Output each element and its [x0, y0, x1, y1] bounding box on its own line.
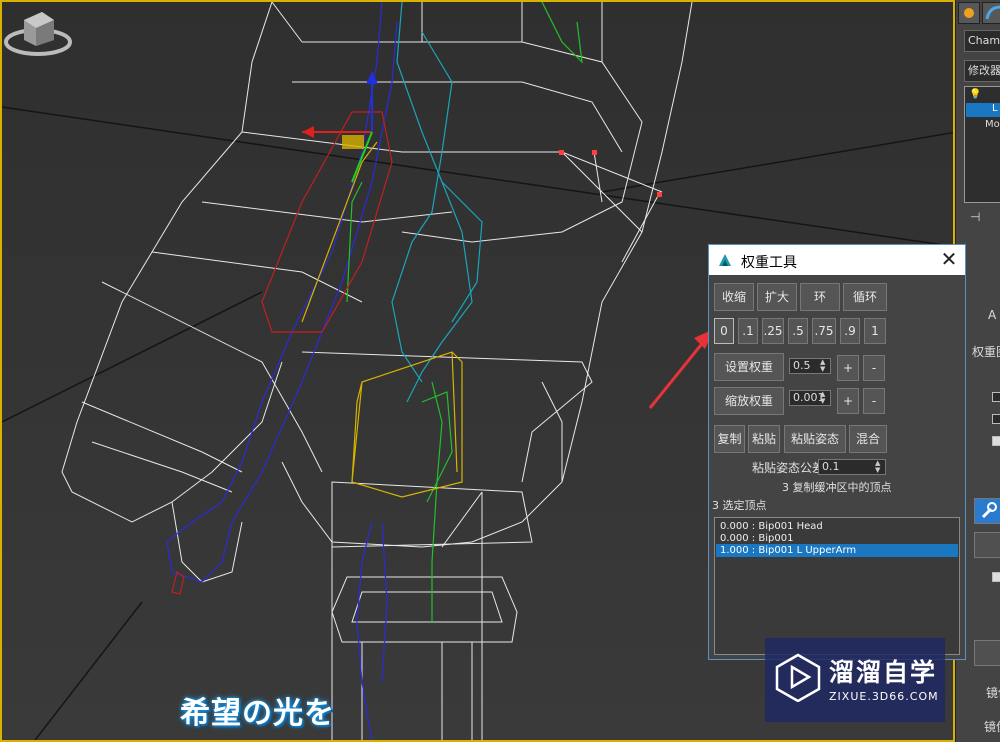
paste-pose-button[interactable]: 粘贴姿态: [784, 425, 846, 453]
blend-button[interactable]: 混合: [849, 425, 887, 453]
selected-vertex-status: 3 选定顶点: [712, 499, 767, 512]
preset-1-button[interactable]: 1: [864, 318, 886, 344]
modifier-stack-item[interactable]: Mor: [985, 119, 1000, 130]
scale-minus-button[interactable]: -: [863, 388, 885, 414]
buffer-status: 3 复制缓冲区中的顶点: [782, 481, 892, 494]
option-checkbox-checked[interactable]: [992, 436, 1000, 446]
modifier-stack-item-selected[interactable]: L: [966, 103, 1000, 117]
panel-button[interactable]: [974, 532, 1000, 558]
shrink-button[interactable]: 收缩: [714, 283, 754, 311]
preset-0-75-button[interactable]: .75: [812, 318, 836, 344]
pin-stack-icon[interactable]: ⊣: [970, 210, 980, 224]
watermark: 溜溜自学 ZIXUE.3D66.COM: [765, 638, 945, 722]
set-weight-spinner[interactable]: 0.5 ▲ ▼: [789, 358, 831, 374]
3dsmax-logo-icon: [719, 254, 731, 266]
loop-button[interactable]: 循环: [843, 283, 887, 311]
spinner-arrows-icon[interactable]: ▲ ▼: [875, 460, 884, 474]
create-tab-icon[interactable]: [958, 2, 980, 24]
watermark-brand: 溜溜自学: [829, 658, 938, 687]
watermark-url: ZIXUE.3D66.COM: [829, 690, 939, 703]
weight-list-item-selected[interactable]: 1.000 : Bip001 L UpperArm: [716, 544, 958, 557]
option-checkbox[interactable]: [992, 414, 1000, 424]
preset-0-9-button[interactable]: .9: [840, 318, 860, 344]
play-logo-icon: [775, 653, 821, 702]
spinner-arrows-icon[interactable]: ▲ ▼: [820, 359, 829, 373]
preset-0-button[interactable]: 0: [714, 318, 734, 344]
set-weight-button[interactable]: 设置权重: [714, 353, 784, 381]
view-cube-icon[interactable]: [2, 2, 74, 62]
scale-plus-button[interactable]: +: [837, 388, 859, 414]
paste-tolerance-spinner[interactable]: 0.1 ▲ ▼: [818, 459, 886, 475]
weight-tool-dialog: 权重工具 ✕ 收缩 扩大 环 循环 0 .1 .25 .5 .75 .9 1 设…: [708, 244, 966, 660]
modifier-stack[interactable]: 💡 L Mor: [964, 86, 1000, 203]
lightbulb-icon[interactable]: 💡: [969, 89, 981, 100]
dialog-titlebar[interactable]: 权重工具 ✕: [709, 245, 965, 275]
paste-tolerance-label: 粘贴姿态公差: [752, 461, 825, 475]
mirror-label-bottom: 镜像: [984, 720, 1000, 734]
letter-a: A: [988, 308, 997, 322]
preset-0-5-button[interactable]: .5: [788, 318, 808, 344]
spinner-arrows-icon[interactable]: ▲ ▼: [820, 391, 829, 405]
scale-weight-spinner[interactable]: 0.001 ▲ ▼: [789, 390, 831, 406]
paste-button[interactable]: 粘贴: [748, 425, 780, 453]
weight-plus-button[interactable]: +: [837, 355, 859, 381]
dialog-title: 权重工具: [741, 255, 797, 271]
ring-button[interactable]: 环: [800, 283, 840, 311]
grow-button[interactable]: 扩大: [757, 283, 797, 311]
close-button[interactable]: ✕: [937, 247, 961, 271]
option-checkbox[interactable]: [992, 392, 1000, 402]
wrench-icon[interactable]: [974, 498, 1000, 524]
weight-rollout-label: 权重图: [972, 345, 1000, 359]
object-name-field[interactable]: Chamfe: [964, 30, 1000, 52]
modify-tab-icon[interactable]: [982, 2, 1000, 24]
preset-0-1-button[interactable]: .1: [738, 318, 758, 344]
modifier-list-dropdown[interactable]: 修改器: [964, 60, 1000, 82]
panel-button[interactable]: [974, 640, 1000, 666]
scale-weight-button[interactable]: 缩放权重: [714, 387, 784, 415]
bone-weight-list[interactable]: 0.000 : Bip001 Head 0.000 : Bip001 1.000…: [714, 517, 960, 655]
preset-0-25-button[interactable]: .25: [762, 318, 784, 344]
video-subtitle: 希望の光を: [180, 696, 335, 731]
option-checkbox-checked[interactable]: [992, 572, 1000, 582]
mirror-label: 镜像: [986, 686, 1000, 700]
copy-button[interactable]: 复制: [714, 425, 745, 453]
weight-minus-button[interactable]: -: [863, 355, 885, 381]
